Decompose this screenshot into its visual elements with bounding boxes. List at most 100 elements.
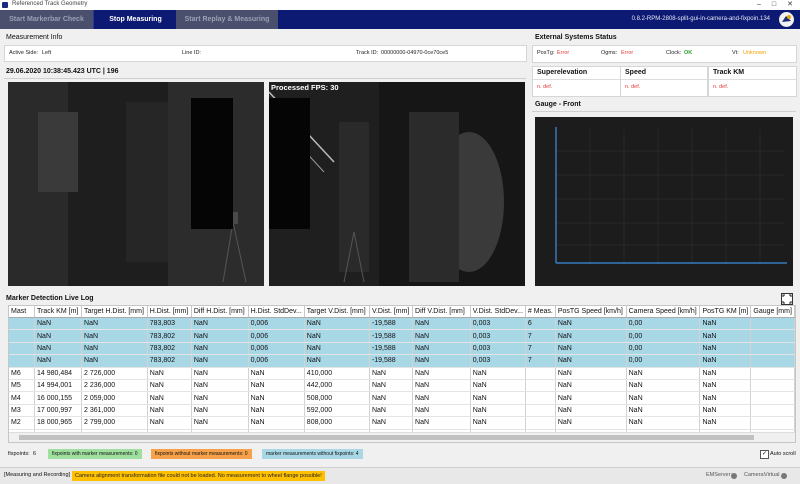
table-cell: NaN [555, 342, 627, 356]
autoscroll-checkbox[interactable]: ✓ [760, 450, 769, 459]
table-cell: NaN [555, 391, 627, 405]
fixpoints-count: 6 [33, 451, 37, 457]
table-cell: NaN [34, 317, 83, 331]
table-cell: NaN [699, 342, 752, 356]
table-cell: 7 [525, 354, 556, 368]
column-header[interactable]: PosTG KM [m] [699, 306, 752, 318]
table-cell: NaN [626, 391, 701, 405]
table-cell: NaN [147, 404, 192, 418]
table-cell: NaN [191, 317, 249, 331]
table-cell: NaN [626, 367, 701, 380]
table-row[interactable]: M2 18 000,965 2 799,000 NaN NaN NaN 808,000 NaN… [9, 416, 795, 430]
status-mode: [Measuring and Recording] [4, 472, 71, 478]
table-cell [525, 391, 556, 405]
column-header[interactable]: V.Dist. [mm] [369, 306, 414, 318]
table-row[interactable]: NaN NaN 783,803 NaN 0,006 NaN -19,588 NaN 0,003 6… [9, 317, 795, 331]
column-header[interactable]: H.Dist. [mm] [147, 306, 192, 318]
table-cell: NaN [248, 367, 305, 380]
table-cell [525, 379, 556, 393]
table-cell: 783,802 [147, 342, 192, 356]
privacy-mask [191, 98, 233, 229]
table-cell: 410,000 [304, 367, 370, 380]
table-cell: 2 799,000 [81, 416, 148, 430]
column-header[interactable]: Diff V.Dist. [mm] [412, 306, 471, 318]
table-cell: 0,006 [248, 342, 305, 356]
emserver-status-icon [731, 473, 737, 479]
table-cell: 2 361,000 [81, 404, 148, 418]
fullscreen-icon[interactable] [781, 293, 793, 305]
divider [621, 79, 707, 80]
live-log-table-container[interactable]: Mast Track KM [m] Target H.Dist. [mm] H.Dis… [8, 305, 796, 443]
table-cell: NaN [191, 342, 249, 356]
table-cell [750, 342, 795, 356]
maximize-button[interactable]: □ [767, 0, 781, 10]
speed-value: n. def. [625, 84, 641, 90]
table-cell: NaN [699, 391, 752, 405]
table-cell [750, 354, 795, 368]
scrollbar-thumb[interactable] [19, 435, 754, 440]
table-row[interactable]: M6 14 980,484 2 726,000 NaN NaN NaN 410,000 NaN… [9, 367, 795, 380]
table-row[interactable]: M4 16 000,155 2 059,000 NaN NaN NaN 508,000 NaN… [9, 391, 795, 405]
column-header[interactable]: Target H.Dist. [mm] [81, 306, 148, 318]
table-cell: NaN [304, 317, 370, 331]
close-button[interactable]: ✕ [783, 0, 797, 10]
table-row[interactable]: NaN NaN 783,802 NaN 0,006 NaN -19,588 NaN 0,003 7… [9, 354, 795, 368]
table-cell: -19,588 [369, 329, 414, 343]
column-header[interactable]: PosTG Speed [km/h] [555, 306, 627, 318]
column-header[interactable]: H.Dist. StdDev... [248, 306, 305, 318]
vt-status: Unknown [743, 50, 766, 56]
table-cell: 2 726,000 [81, 367, 148, 380]
column-header[interactable]: # Meas. [525, 306, 556, 318]
superelevation-value: n. def. [537, 84, 553, 90]
superelevation-panel: Superelevation n. def. [532, 66, 621, 97]
table-cell: 0,00 [626, 317, 701, 331]
column-header[interactable]: Mast [9, 306, 35, 318]
table-cell [750, 391, 795, 405]
privacy-mask [269, 98, 310, 229]
table-cell: 442,000 [304, 379, 370, 393]
table-cell: NaN [470, 416, 526, 430]
start-markerbar-check-button[interactable]: Start Markerbar Check [0, 10, 93, 29]
table-cell: NaN [412, 354, 471, 368]
emserver-label: EMServer: [706, 472, 732, 478]
table-cell: NaN [555, 367, 627, 380]
table-cell [750, 416, 795, 430]
table-cell: NaN [191, 367, 249, 380]
table-cell: NaN [369, 391, 414, 405]
start-replay-button[interactable]: Start Replay & Measuring [176, 10, 278, 29]
table-row[interactable]: M5 14 994,001 2 236,000 NaN NaN NaN 442,000 NaN… [9, 379, 795, 393]
table-cell: M4 [9, 391, 35, 405]
table-cell: 17 000,997 [34, 404, 83, 418]
horizontal-scrollbar[interactable] [9, 432, 795, 442]
table-cell [525, 416, 556, 430]
gauge-front-chart [535, 117, 793, 286]
camera-value: Virtual [764, 472, 780, 478]
table-cell: NaN [304, 329, 370, 343]
stop-measuring-button[interactable]: Stop Measuring [93, 10, 177, 29]
column-header[interactable]: Camera Speed [km/h] [626, 306, 701, 318]
table-row[interactable]: NaN NaN 783,802 NaN 0,006 NaN -19,588 NaN 0,003 7… [9, 342, 795, 356]
table-cell: NaN [191, 379, 249, 393]
table-cell [750, 379, 795, 393]
table-row[interactable]: NaN NaN 783,802 NaN 0,006 NaN -19,588 NaN 0,003 7… [9, 329, 795, 343]
column-header[interactable]: V.Dist. StdDev... [470, 306, 526, 318]
table-cell [750, 329, 795, 343]
active-side-value: Left [42, 50, 52, 56]
table-cell: NaN [147, 379, 192, 393]
table-cell: NaN [369, 416, 414, 430]
column-header[interactable]: Target V.Dist. [mm] [304, 306, 370, 318]
table-cell [9, 329, 35, 343]
version-label: 0.8.2-RPM-2808-split-gui-in-camera-and-f… [631, 16, 770, 22]
table-cell: NaN [304, 342, 370, 356]
column-header[interactable]: Track KM [m] [34, 306, 83, 318]
minimize-button[interactable]: – [752, 0, 766, 10]
table-cell: M3 [9, 404, 35, 418]
table-row[interactable]: M3 17 000,997 2 361,000 NaN NaN NaN 592,000 NaN… [9, 404, 795, 418]
table-cell: NaN [699, 379, 752, 393]
column-header[interactable]: Gauge [mm] [750, 306, 795, 318]
column-header[interactable]: Diff H.Dist. [mm] [191, 306, 249, 318]
table-cell: NaN [555, 379, 627, 393]
postg-label: PosTg: [537, 50, 555, 56]
active-side-label: Active Side: [9, 50, 39, 56]
table-cell: 808,000 [304, 416, 370, 430]
